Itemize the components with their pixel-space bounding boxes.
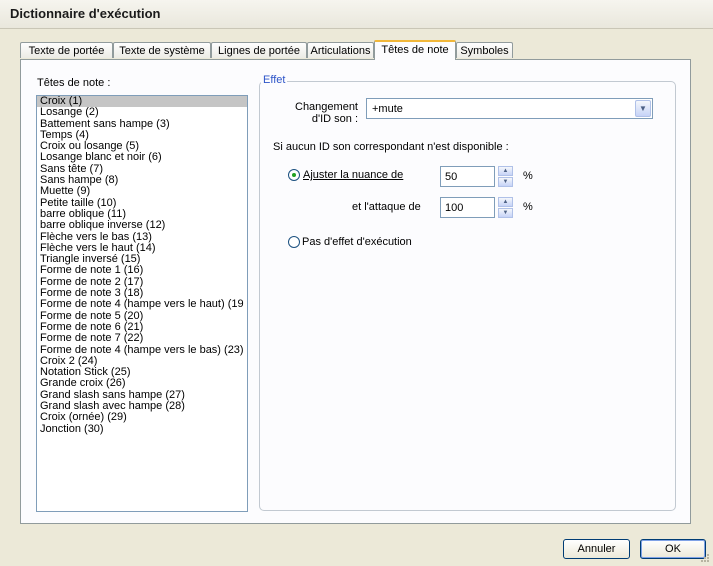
tab-texte-de-systeme[interactable]: Texte de système [113,42,211,58]
fallback-label: Si aucun ID son correspondant n'est disp… [273,141,509,153]
spin-up-icon[interactable]: ▲ [498,197,513,207]
notehead-list-item[interactable]: Croix (ornée) (29) [37,412,247,424]
spin-down-icon[interactable]: ▼ [498,208,513,218]
sound-id-label-line2: d'ID son : [311,113,358,125]
attack-input[interactable]: 100 [440,197,495,218]
sound-id-label-line1: Changement [295,101,358,113]
dynamics-value: 50 [445,171,458,183]
sound-id-value: +mute [372,103,403,115]
ok-button[interactable]: OK [640,539,706,559]
attack-spinner[interactable]: ▲ ▼ [498,197,513,218]
sound-id-dropdown[interactable]: +mute ▼ [366,98,653,119]
resize-grip-icon[interactable] [700,553,710,563]
spin-up-icon[interactable]: ▲ [498,166,513,176]
cancel-button[interactable]: Annuler [563,539,630,559]
dynamics-input[interactable]: 50 [440,166,495,187]
tab-tetes-de-note[interactable]: Têtes de note [374,40,456,60]
radio-selected-dot [292,173,296,177]
tab-articulations[interactable]: Articulations [307,42,374,58]
dynamics-percent: % [523,170,533,182]
notehead-list-item[interactable]: Jonction (30) [37,423,247,435]
no-effect-option-label[interactable]: Pas d'effet d'exécution [302,236,412,248]
window-title: Dictionnaire d'exécution [10,6,161,21]
dynamics-spinner[interactable]: ▲ ▼ [498,166,513,187]
effect-group-label: Effet [261,74,288,86]
adjust-option-label[interactable]: Ajuster la nuance de [303,169,403,181]
notehead-list-item[interactable]: Muette (9) [37,186,247,198]
attack-value: 100 [445,202,464,214]
adjust-radio[interactable] [288,169,300,181]
title-bar: Dictionnaire d'exécution [0,0,713,29]
tab-texte-de-portee[interactable]: Texte de portée [20,42,113,58]
noteheads-listbox[interactable]: Croix (1) Losange (2) Battement sans hampe… [36,95,248,512]
chevron-down-icon[interactable]: ▼ [635,100,651,117]
tab-symboles[interactable]: Symboles [456,42,513,58]
notehead-list-item[interactable]: barre oblique inverse (12) [37,219,247,231]
sound-id-label: Changement d'ID son : [282,101,358,125]
notehead-list-item[interactable]: Forme de note 4 (hampe vers le haut) (19 [37,299,247,311]
attack-percent: % [523,201,533,213]
no-effect-radio[interactable] [288,236,300,248]
notehead-list-item[interactable]: Forme de note 7 (22) [37,332,247,344]
attack-label: et l'attaque de [352,201,421,213]
spin-down-icon[interactable]: ▼ [498,177,513,187]
noteheads-label: Têtes de note : [37,77,111,89]
tab-lignes-de-portee[interactable]: Lignes de portée [211,42,307,58]
notehead-list-item[interactable]: Losange (2) [37,106,247,118]
